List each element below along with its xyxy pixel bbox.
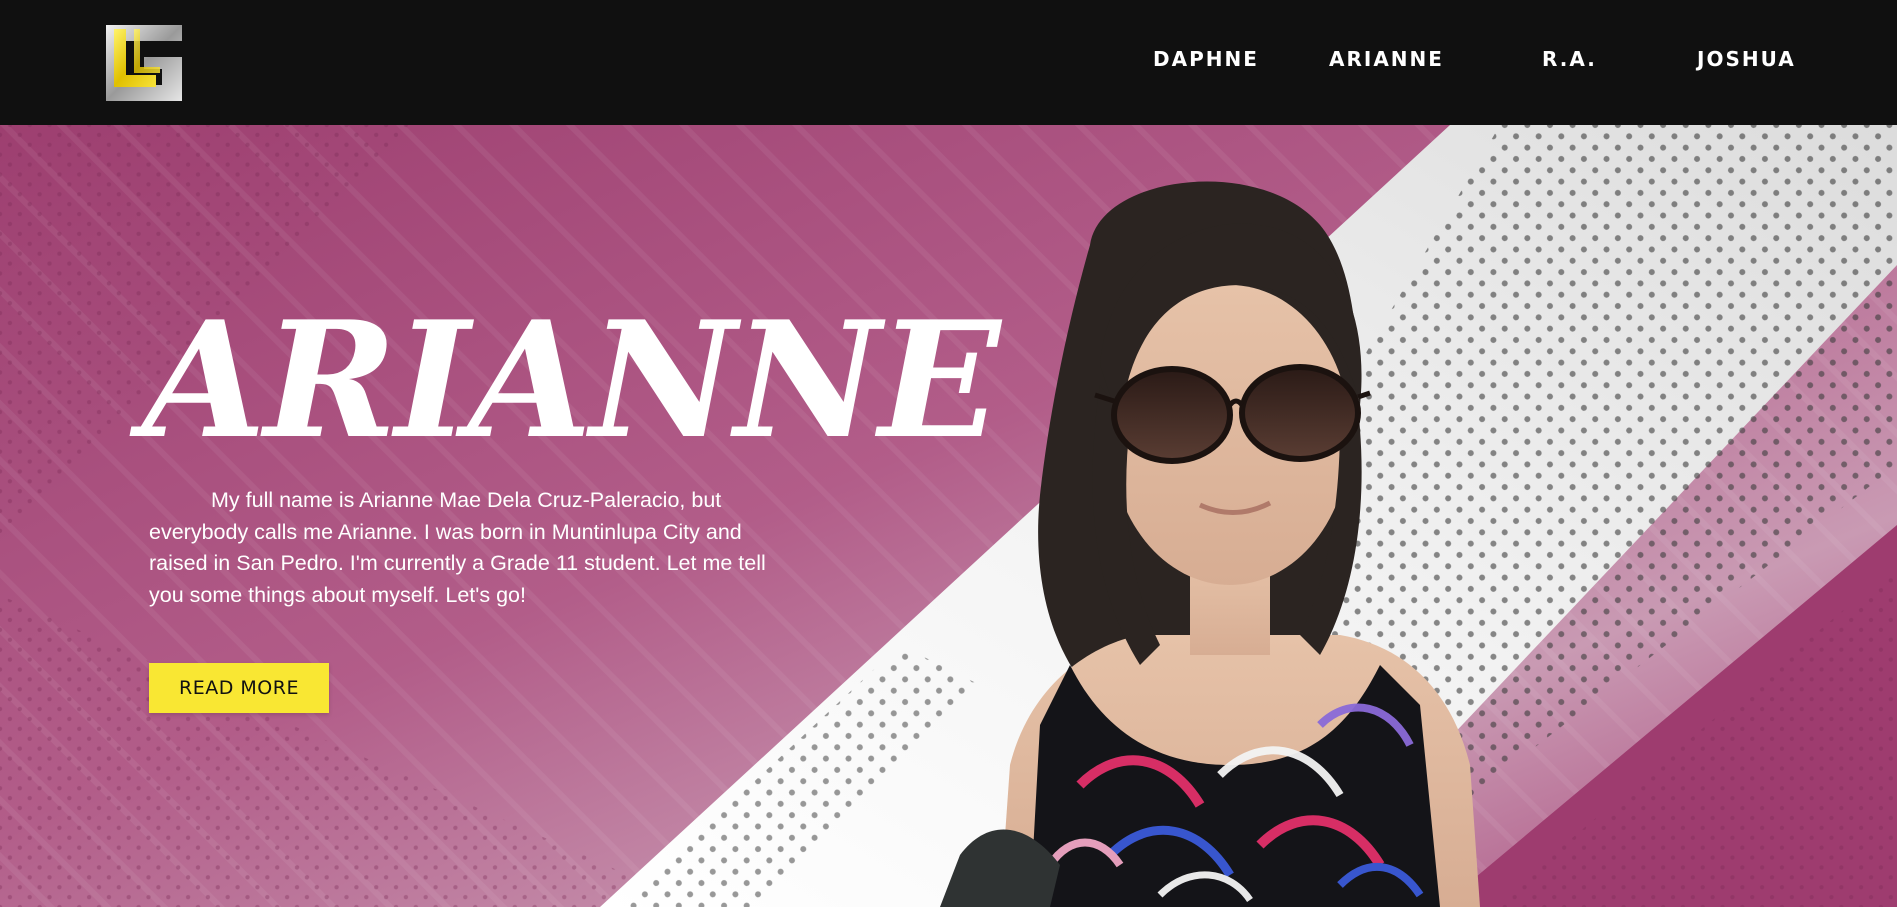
nav-item-arianne[interactable]: ARIANNE xyxy=(1329,47,1444,71)
hero-intro-paragraph: My full name is Arianne Mae Dela Cruz-Pa… xyxy=(149,488,766,607)
nav-item-daphne[interactable]: DAPHNE xyxy=(1153,47,1259,71)
main-nav: DAPHNE ARIANNE R.A. JOSHUA xyxy=(0,47,1897,77)
portrait-photo xyxy=(940,181,1480,907)
read-more-button[interactable]: READ MORE xyxy=(149,663,329,713)
nav-item-joshua[interactable]: JOSHUA xyxy=(1697,47,1796,71)
hero-section: ARIANNE My full name is Arianne Mae Dela… xyxy=(0,125,1897,907)
nav-item-ra[interactable]: R.A. xyxy=(1542,47,1597,71)
site-header: DAPHNE ARIANNE R.A. JOSHUA xyxy=(0,0,1897,125)
hero-title: ARIANNE xyxy=(142,286,1001,474)
